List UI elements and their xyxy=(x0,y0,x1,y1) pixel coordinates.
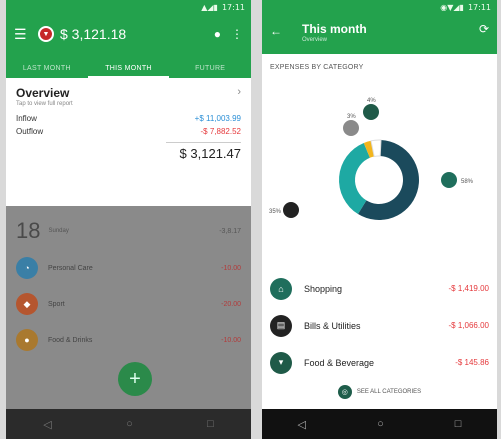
status-bar: ▲◢▮ 17:11 xyxy=(6,0,251,14)
legend-amount: -$ 1,419.00 xyxy=(448,284,489,293)
report-subtitle: Overview xyxy=(302,37,328,43)
transaction-amount: -10.00 xyxy=(221,336,241,344)
recents-nav-icon[interactable]: □ xyxy=(455,418,462,430)
back-nav-icon[interactable]: ◁ xyxy=(298,418,306,431)
wallet-icon[interactable]: ▼ xyxy=(38,26,54,42)
category-marker-icon xyxy=(283,202,299,218)
status-bar: ◉▼◢▮ 17:11 xyxy=(262,0,497,14)
chevron-right-icon[interactable]: › xyxy=(237,86,241,98)
category-marker-icon xyxy=(343,120,359,136)
legend-name: Shopping xyxy=(304,283,343,294)
overview-title: Overview xyxy=(16,86,70,100)
donut-percent-label: 4% xyxy=(367,98,376,104)
overview-subtitle: Tap to view full report xyxy=(16,101,73,107)
period-tabs: LAST MONTH THIS MONTH FUTURE xyxy=(6,54,251,78)
category-marker-icon xyxy=(363,104,379,120)
add-transaction-button[interactable]: + xyxy=(118,362,152,396)
donut-percent-label: 3% xyxy=(347,114,356,120)
report-app-bar: ← This month Overview ⟳ xyxy=(262,14,497,54)
day-total: -3,8.17 xyxy=(219,227,241,235)
signal-icon: ◉▼◢▮ xyxy=(440,2,464,12)
status-time: 17:11 xyxy=(221,2,245,12)
basket-icon: ⌂ xyxy=(270,277,292,300)
home-nav-icon[interactable]: ○ xyxy=(126,418,133,430)
status-time: 17:11 xyxy=(467,2,491,12)
inflow-value: +$ 11,003.99 xyxy=(194,114,241,123)
category-legend: ⌂ Shopping -$ 1,419.00 ▤ Bills & Utiliti… xyxy=(262,270,497,381)
donut-percent-label: 35% xyxy=(269,209,282,215)
day-number: 18 xyxy=(16,218,41,243)
food-icon: ● xyxy=(16,329,38,351)
refresh-icon[interactable]: ⟳ xyxy=(479,22,489,36)
transaction-list-dimmed: 18 Sunday -3,8.17 ◔ Personal Care -10.00… xyxy=(6,206,251,409)
outflow-value: -$ 7,882.52 xyxy=(200,127,241,136)
transaction-row[interactable]: ● Food & Drinks -10.00 xyxy=(6,322,251,358)
food-beverage-icon: ▾ xyxy=(270,351,292,374)
overview-card[interactable]: Overview Tap to view full report › Inflo… xyxy=(6,78,251,165)
transaction-name: Food & Drinks xyxy=(48,336,93,344)
legend-row-bills[interactable]: ▤ Bills & Utilities -$ 1,066.00 xyxy=(262,307,497,344)
day-info: Sunday xyxy=(48,228,69,234)
notification-icon[interactable]: ● xyxy=(214,27,221,41)
menu-icon[interactable]: ☰ xyxy=(14,26,34,43)
expenses-section-title: EXPENSES BY CATEGORY xyxy=(270,64,364,71)
tab-future[interactable]: FUTURE xyxy=(169,65,251,78)
tab-last-month[interactable]: LAST MONTH xyxy=(6,65,88,78)
categories-icon: ◎ xyxy=(337,385,352,399)
net-total: $ 3,121.47 xyxy=(166,142,241,161)
legend-row-food[interactable]: ▾ Food & Beverage -$ 145.86 xyxy=(262,344,497,381)
outflow-label: Outflow xyxy=(16,127,44,136)
outflow-row: Outflow -$ 7,882.52 xyxy=(16,127,241,136)
right-phone-screen: ◉▼◢▮ 17:11 ← This month Overview ⟳ EXPEN… xyxy=(262,0,497,439)
signal-icon: ▲◢▮ xyxy=(201,2,218,12)
back-arrow-icon[interactable]: ← xyxy=(270,24,292,38)
legend-row-shopping[interactable]: ⌂ Shopping -$ 1,419.00 xyxy=(262,270,497,307)
left-phone-screen: ▲◢▮ 17:11 ☰ ▼ $ 3,121.18 ● ⋮ LAST MONTH … xyxy=(6,0,251,439)
legend-name: Bills & Utilities xyxy=(304,320,361,331)
bill-icon: ▤ xyxy=(270,314,292,337)
wallet-app-bar: ☰ ▼ $ 3,121.18 ● ⋮ xyxy=(6,14,251,54)
wallet-balance[interactable]: $ 3,121.18 xyxy=(60,26,204,42)
sport-icon: ◆ xyxy=(16,293,38,315)
inflow-row: Inflow +$ 11,003.99 xyxy=(16,114,241,123)
transaction-amount: -20.00 xyxy=(221,300,241,308)
transaction-row[interactable]: ◔ Personal Care -10.00 xyxy=(6,250,251,286)
system-nav-bar: ◁ ○ □ xyxy=(262,409,497,439)
recents-nav-icon[interactable]: □ xyxy=(207,418,214,430)
tab-this-month[interactable]: THIS MONTH xyxy=(87,65,170,78)
transaction-amount: -10.00 xyxy=(221,264,241,272)
transaction-name: Personal Care xyxy=(48,264,93,272)
transaction-name: Sport xyxy=(48,300,65,308)
legend-name: Food & Beverage xyxy=(304,357,375,368)
transaction-row[interactable]: ◆ Sport -20.00 xyxy=(6,286,251,322)
legend-amount: -$ 145.86 xyxy=(455,358,489,367)
donut-percent-label: 58% xyxy=(461,179,474,185)
day-header: 18 Sunday -3,8.17 xyxy=(6,206,251,250)
expenses-donut-chart: 58% 35% 3% 4% xyxy=(269,98,474,220)
category-marker-icon xyxy=(441,172,457,188)
see-all-categories-button[interactable]: ◎ SEE ALL CATEGORIES xyxy=(262,385,497,399)
more-options-icon[interactable]: ⋮ xyxy=(231,27,243,41)
personal-care-icon: ◔ xyxy=(16,257,38,279)
see-all-label: SEE ALL CATEGORIES xyxy=(356,389,422,395)
home-nav-icon[interactable]: ○ xyxy=(377,418,384,430)
legend-amount: -$ 1,066.00 xyxy=(448,321,489,330)
back-nav-icon[interactable]: ◁ xyxy=(43,418,51,431)
system-nav-bar: ◁ ○ □ xyxy=(6,409,251,439)
inflow-label: Inflow xyxy=(16,114,37,123)
report-title: This month xyxy=(302,22,367,36)
